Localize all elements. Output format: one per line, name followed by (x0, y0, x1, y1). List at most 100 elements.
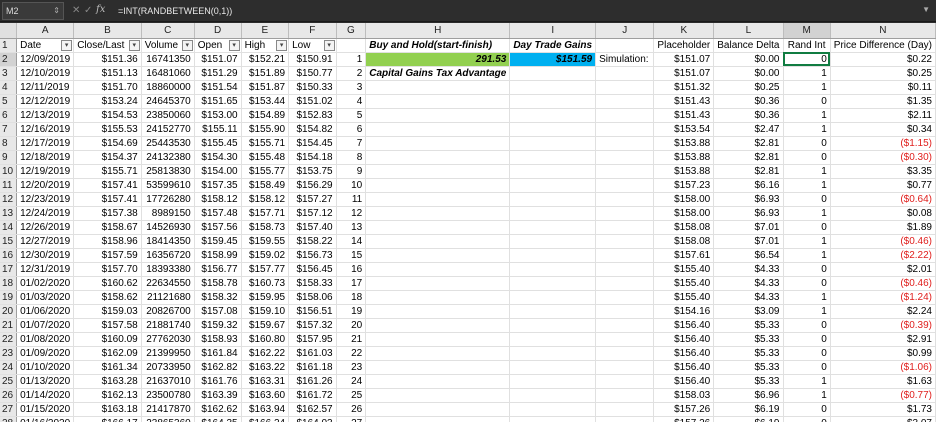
cell-i25[interactable] (509, 374, 597, 389)
cell-d21[interactable]: $159.32 (194, 318, 242, 333)
cell-c27[interactable]: 21417870 (141, 402, 195, 417)
cell-e7[interactable]: $155.90 (241, 122, 290, 137)
cell-f14[interactable]: $157.40 (288, 220, 337, 235)
cell-l19[interactable]: $4.33 (713, 290, 784, 305)
cell-b25[interactable]: $163.28 (73, 374, 142, 389)
rand-int-header[interactable]: Rand Int (783, 38, 831, 53)
cell-g15[interactable]: 14 (336, 234, 367, 249)
header-cell-high[interactable]: High ▾ (241, 38, 290, 53)
cell-j9[interactable] (595, 150, 655, 165)
cell-i16[interactable] (509, 248, 597, 263)
capital-gains-label[interactable]: Capital Gains Tax Advantage (365, 66, 511, 81)
cell-b5[interactable]: $153.24 (73, 94, 142, 109)
cell-e23[interactable]: $162.22 (241, 346, 290, 361)
row-header-22[interactable]: 22 (0, 332, 18, 347)
cell-n23[interactable]: $0.99 (830, 346, 936, 361)
cell-g26[interactable]: 25 (336, 388, 367, 403)
row-header-13[interactable]: 13 (0, 206, 18, 221)
cell-f21[interactable]: $157.32 (288, 318, 337, 333)
cell-a15[interactable]: 12/27/2019 (16, 234, 75, 249)
cell-j3[interactable] (595, 66, 655, 81)
cell-i15[interactable] (509, 234, 597, 249)
cell-a10[interactable]: 12/19/2019 (16, 164, 75, 179)
cell-k13[interactable]: $158.00 (653, 206, 715, 221)
cell-a21[interactable]: 01/07/2020 (16, 318, 75, 333)
row-header-26[interactable]: 26 (0, 388, 18, 403)
cell-k11[interactable]: $157.23 (653, 178, 715, 193)
cell-e9[interactable]: $155.48 (241, 150, 290, 165)
cell-n22[interactable]: $2.91 (830, 332, 936, 347)
filter-dropdown-icon[interactable]: ▾ (323, 39, 335, 51)
cell-n25[interactable]: $1.63 (830, 374, 936, 389)
cell-l6[interactable]: $0.36 (713, 108, 784, 123)
cell-k19[interactable]: $155.40 (653, 290, 715, 305)
cell-e3[interactable]: $151.89 (241, 66, 290, 81)
cell-e11[interactable]: $158.49 (241, 178, 290, 193)
cell-n10[interactable]: $3.35 (830, 164, 936, 179)
filter-dropdown-icon[interactable]: ▾ (276, 39, 288, 51)
cell-h6[interactable] (365, 108, 511, 123)
cell-h14[interactable] (365, 220, 511, 235)
simulation-label[interactable]: Simulation: (595, 52, 655, 67)
row-header-24[interactable]: 24 (0, 360, 18, 375)
cell-e5[interactable]: $153.44 (241, 94, 290, 109)
cell-h18[interactable] (365, 276, 511, 291)
cell-b13[interactable]: $157.38 (73, 206, 142, 221)
cell-k23[interactable]: $156.40 (653, 346, 715, 361)
cell-i5[interactable] (509, 94, 597, 109)
cell-j14[interactable] (595, 220, 655, 235)
cell-f8[interactable]: $154.45 (288, 136, 337, 151)
cell-i3[interactable] (509, 66, 597, 81)
cell-c6[interactable]: 23850060 (141, 108, 195, 123)
cell-a2[interactable]: 12/09/2019 (16, 52, 75, 67)
cell-m8[interactable]: 0 (783, 136, 831, 151)
cell-m2[interactable]: 0 (783, 52, 831, 67)
cell-l17[interactable]: $4.33 (713, 262, 784, 277)
header-cell-date[interactable]: Date ▾ (16, 38, 75, 53)
cell-c17[interactable]: 18393380 (141, 262, 195, 277)
cell-i27[interactable] (509, 402, 597, 417)
cell-b9[interactable]: $154.37 (73, 150, 142, 165)
balance-delta-header[interactable]: Balance Delta (713, 38, 784, 53)
cell-m14[interactable]: 0 (783, 220, 831, 235)
cell-h20[interactable] (365, 304, 511, 319)
cell-b22[interactable]: $160.09 (73, 332, 142, 347)
cell-l2[interactable]: $0.00 (713, 52, 784, 67)
cell-g5[interactable]: 4 (336, 94, 367, 109)
cell-l8[interactable]: $2.81 (713, 136, 784, 151)
name-box[interactable]: M2 ⇕ (2, 2, 64, 20)
cell-j15[interactable] (595, 234, 655, 249)
cell-n19[interactable]: ($1.24) (830, 290, 936, 305)
cell-b28[interactable]: $166.17 (73, 416, 142, 422)
cell-g8[interactable]: 7 (336, 136, 367, 151)
cell-j20[interactable] (595, 304, 655, 319)
cell-c21[interactable]: 21881740 (141, 318, 195, 333)
cell-n2[interactable]: $0.22 (830, 52, 936, 67)
cell-j19[interactable] (595, 290, 655, 305)
cell-e14[interactable]: $158.73 (241, 220, 290, 235)
cell-l20[interactable]: $3.09 (713, 304, 784, 319)
formula-input[interactable]: =INT(RANDBETWEEN(0,1)) (116, 2, 930, 20)
cell-k22[interactable]: $156.40 (653, 332, 715, 347)
cell-f28[interactable]: $164.03 (288, 416, 337, 422)
cell-c23[interactable]: 21399950 (141, 346, 195, 361)
cell-c16[interactable]: 16356720 (141, 248, 195, 263)
cell-g9[interactable]: 8 (336, 150, 367, 165)
cell-d27[interactable]: $162.62 (194, 402, 242, 417)
cell-a25[interactable]: 01/13/2020 (16, 374, 75, 389)
cell-h28[interactable] (365, 416, 511, 422)
column-header-b[interactable]: B (73, 23, 142, 39)
cell-l27[interactable]: $6.19 (713, 402, 784, 417)
cell-l15[interactable]: $7.01 (713, 234, 784, 249)
column-header-a[interactable]: A (16, 23, 75, 39)
cell-b3[interactable]: $151.13 (73, 66, 142, 81)
row-header-12[interactable]: 12 (0, 192, 18, 207)
cell-m15[interactable]: 1 (783, 234, 831, 249)
cell-l13[interactable]: $6.93 (713, 206, 784, 221)
cell-b15[interactable]: $158.96 (73, 234, 142, 249)
cell-f18[interactable]: $158.33 (288, 276, 337, 291)
cell-n20[interactable]: $2.24 (830, 304, 936, 319)
cell-a14[interactable]: 12/26/2019 (16, 220, 75, 235)
cell-n8[interactable]: ($1.15) (830, 136, 936, 151)
cell-e8[interactable]: $155.71 (241, 136, 290, 151)
